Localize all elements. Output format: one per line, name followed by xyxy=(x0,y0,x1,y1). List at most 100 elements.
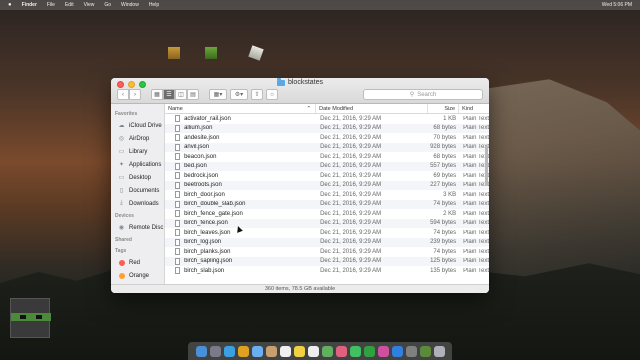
sidebar-tag-orange[interactable]: Orange xyxy=(111,269,164,282)
table-row[interactable]: birch_door.json Dec 21, 2016, 9:29 AM 3 KB… xyxy=(165,190,489,200)
chrome-dock-icon[interactable] xyxy=(237,345,249,357)
column-header-size[interactable]: Size xyxy=(428,104,460,113)
launchpad-dock-icon[interactable] xyxy=(209,345,221,357)
appstore-dock-icon[interactable] xyxy=(391,345,403,357)
menu-edit[interactable]: Edit xyxy=(65,2,74,8)
menu-view[interactable]: View xyxy=(84,2,95,8)
sidebar-item-library[interactable]: ▭ Library xyxy=(111,145,164,158)
photos-dock-icon[interactable] xyxy=(335,345,347,357)
desktop-item-icon[interactable] xyxy=(248,45,264,61)
reminders-dock-icon[interactable] xyxy=(307,345,319,357)
sidebar-tag-red[interactable]: Red xyxy=(111,256,164,269)
file-size-cell: 928 bytes xyxy=(430,144,457,151)
minecraft-dock-icon[interactable] xyxy=(419,345,431,357)
itunes-dock-icon[interactable] xyxy=(377,345,389,357)
table-row[interactable]: birch_slab.json Dec 21, 2016, 9:29 AM 135 … xyxy=(165,266,489,274)
file-name: birch_fence.json xyxy=(184,220,228,227)
file-name: birch_double_slab.json xyxy=(184,201,246,208)
file-name: andesite.json xyxy=(184,134,220,141)
coverflow-view-button[interactable]: ▤ xyxy=(187,89,199,100)
menu-help[interactable]: Help xyxy=(149,2,159,8)
table-row[interactable]: andesite.json Dec 21, 2016, 9:29 AM 70 byt… xyxy=(165,133,489,143)
table-row[interactable]: beetroots.json Dec 21, 2016, 9:29 AM 227 b… xyxy=(165,180,489,190)
column-header-kind[interactable]: Kind xyxy=(459,104,489,113)
scrollbar[interactable] xyxy=(485,146,488,186)
table-row[interactable]: birch_double_slab.json Dec 21, 2016, 9:29… xyxy=(165,199,489,209)
file-size-cell: 74 bytes xyxy=(433,229,457,236)
forward-button[interactable]: › xyxy=(129,89,141,100)
share-button[interactable]: ⇧ xyxy=(251,89,263,100)
file-name-cell: birch_log.json xyxy=(165,238,316,246)
table-row[interactable]: bedrock.json Dec 21, 2016, 9:29 AM 69 byte… xyxy=(165,171,489,181)
desktop-item-icon[interactable] xyxy=(205,47,217,59)
table-row[interactable]: birch_log.json Dec 21, 2016, 9:29 AM 239 b… xyxy=(165,237,489,247)
file-date-cell: Dec 21, 2016, 9:29 AM xyxy=(320,220,382,227)
facetime-dock-icon[interactable] xyxy=(363,345,375,357)
json-file-icon xyxy=(175,191,181,199)
sidebar-item-applications[interactable]: ✦ Applications xyxy=(111,158,164,171)
action-button[interactable]: ⚙▾ xyxy=(230,89,248,100)
table-row[interactable]: birch_fence_gate.json Dec 21, 2016, 9:29 … xyxy=(165,209,489,219)
icon-view-button[interactable]: ▦ xyxy=(151,89,163,100)
document-icon: ▯ xyxy=(119,188,124,194)
mail-dock-icon[interactable] xyxy=(251,345,263,357)
file-name-cell: beetroots.json xyxy=(165,181,316,189)
messages-dock-icon[interactable] xyxy=(349,345,361,357)
file-kind-cell: Plain Text xyxy=(463,229,489,236)
tags-button[interactable]: ○ xyxy=(266,89,278,100)
contacts-dock-icon[interactable] xyxy=(265,345,277,357)
menu-clock[interactable]: Wed 5:06 PM xyxy=(602,2,632,8)
table-row[interactable]: activator_rail.json Dec 21, 2016, 9:29 AM… xyxy=(165,114,489,124)
safari-dock-icon[interactable] xyxy=(223,345,235,357)
preferences-dock-icon[interactable] xyxy=(405,345,417,357)
trash-dock-icon[interactable] xyxy=(433,345,445,357)
table-row[interactable]: birch_leaves.json Dec 21, 2016, 9:29 AM 74… xyxy=(165,228,489,238)
notes-dock-icon[interactable] xyxy=(293,345,305,357)
file-size-cell: 70 bytes xyxy=(433,134,457,141)
column-header-name[interactable]: Name ⌃ xyxy=(165,104,317,113)
sidebar-section-shared: Shared xyxy=(115,237,132,243)
file-date-cell: Dec 21, 2016, 9:29 AM xyxy=(320,210,382,217)
search-field[interactable]: ⚲ Search xyxy=(363,89,483,100)
menu-go[interactable]: Go xyxy=(104,2,111,8)
table-row[interactable]: anvil.json Dec 21, 2016, 9:29 AM 928 bytes… xyxy=(165,142,489,152)
table-row[interactable]: allium.json Dec 21, 2016, 9:29 AM 68 bytes… xyxy=(165,123,489,133)
column-header-date[interactable]: Date Modified xyxy=(316,104,429,113)
airdrop-icon: ◎ xyxy=(118,136,125,142)
menu-file[interactable]: File xyxy=(47,2,55,8)
menu-app-name[interactable]: Finder xyxy=(22,2,37,8)
file-size-cell: 557 bytes xyxy=(430,163,457,170)
maps-dock-icon[interactable] xyxy=(321,345,333,357)
file-name-cell: birch_double_slab.json xyxy=(165,200,316,208)
json-file-icon xyxy=(175,143,181,151)
menu-window[interactable]: Window xyxy=(121,2,139,8)
sidebar-section-tags: Tags xyxy=(115,248,127,254)
sidebar-item-icloud-drive[interactable]: ☁ iCloud Drive xyxy=(111,119,164,132)
title-bar[interactable]: blockstates ‹ › ▦ ☰ ◫ ▤ ▦▾ ⚙▾ ⇧ ○ ⚲ Sear… xyxy=(111,78,489,104)
file-name: birch_log.json xyxy=(184,239,222,246)
file-name-cell: birch_planks.json xyxy=(165,248,316,256)
column-view-button[interactable]: ◫ xyxy=(175,89,187,100)
coverflow-icon: ▤ xyxy=(190,92,196,98)
file-name: allium.json xyxy=(184,125,213,132)
table-row[interactable]: beacon.json Dec 21, 2016, 9:29 AM 68 bytes… xyxy=(165,152,489,162)
table-row[interactable]: bed.json Dec 21, 2016, 9:29 AM 557 bytes Pl… xyxy=(165,161,489,171)
sidebar-item-airdrop[interactable]: ◎ AirDrop xyxy=(111,132,164,145)
sidebar-item-documents[interactable]: ▯ Documents xyxy=(111,184,164,197)
table-row[interactable]: birch_sapling.json Dec 21, 2016, 9:29 AM 1… xyxy=(165,256,489,266)
folder-icon: ▭ xyxy=(118,149,125,155)
back-button[interactable]: ‹ xyxy=(117,89,129,100)
sidebar-item-desktop[interactable]: ▭ Desktop xyxy=(111,171,164,184)
apple-menu-icon[interactable]: ● xyxy=(8,2,12,8)
json-file-icon xyxy=(175,134,181,142)
sidebar-item-downloads[interactable]: ⤓ Downloads xyxy=(111,197,164,210)
table-row[interactable]: birch_planks.json Dec 21, 2016, 9:29 AM 74… xyxy=(165,247,489,257)
table-row[interactable]: birch_fence.json Dec 21, 2016, 9:29 AM 594… xyxy=(165,218,489,228)
json-file-icon xyxy=(175,219,181,227)
desktop-item-icon[interactable] xyxy=(168,47,180,59)
arrange-button[interactable]: ▦▾ xyxy=(209,89,227,100)
finder-dock-icon[interactable] xyxy=(195,345,207,357)
calendar-dock-icon[interactable] xyxy=(279,345,291,357)
list-view-button[interactable]: ☰ xyxy=(163,89,175,100)
sidebar-item-remote-disc[interactable]: ◉ Remote Disc xyxy=(111,221,164,234)
